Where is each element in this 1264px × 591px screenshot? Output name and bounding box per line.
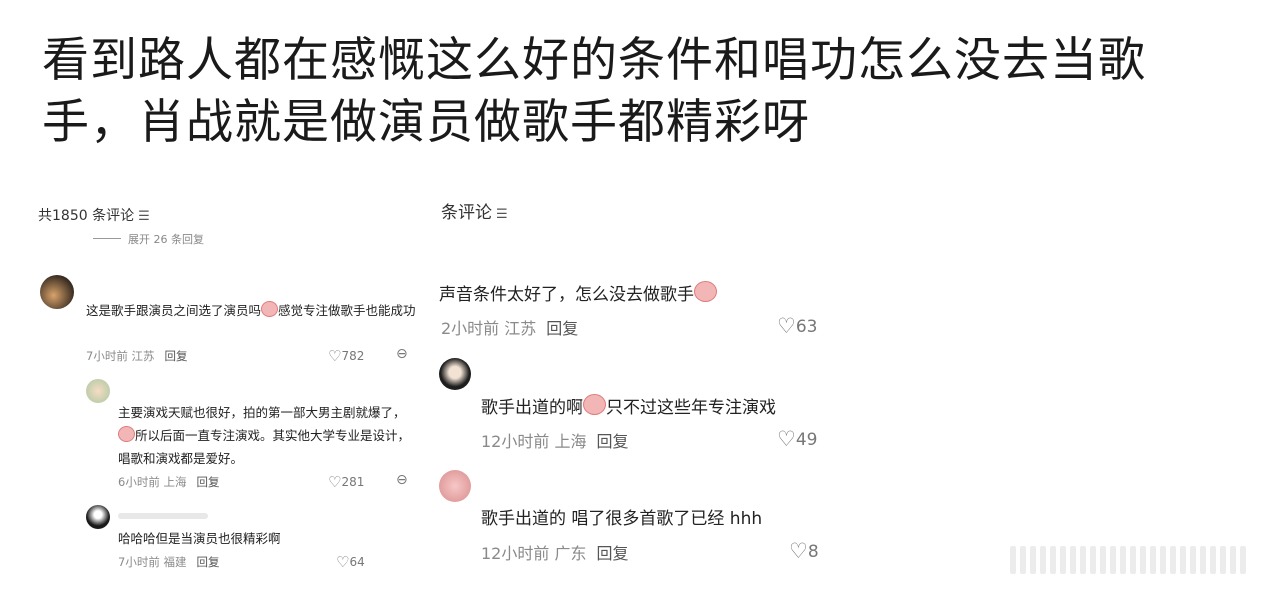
reply-button[interactable]: 回复 [196,475,219,489]
more-icon[interactable]: ⊖ [396,346,408,362]
heart-icon: ♡ [328,473,342,491]
comment-text: 歌手出道的啊 只不过这些年专注演戏 [481,394,827,421]
comment-time: 12小时前 上海 [481,432,587,451]
reply-button[interactable]: 回复 [546,319,578,338]
crying-emoji-icon [694,281,717,302]
comment-text-part: 歌手出道的啊 [481,398,583,418]
like-button[interactable]: ♡782 [328,347,364,365]
like-count: 281 [341,475,365,489]
comment-text-part: 这是歌手跟演员之间选了演员吗 [86,303,262,318]
comment-text-part: 声音条件太好了，怎么没去做歌手 [439,285,694,305]
comment-time: 2小时前 江苏 [441,319,537,338]
username [118,513,208,519]
comment-meta: 7小时前 江苏 回复 [86,348,187,364]
avatar[interactable] [40,275,74,309]
reply-button[interactable]: 回复 [596,432,628,451]
post-headline: 看到路人都在感慨这么好的条件和唱功怎么没去当歌手，肖战就是做演员做歌手都精彩呀 [42,33,1146,150]
heart-icon: ♡ [789,539,808,563]
watermark [1010,546,1255,576]
like-button[interactable]: ♡8 [789,539,819,563]
comment-meta: 6小时前 上海 回复 [118,474,219,490]
more-icon[interactable]: ⊖ [396,472,408,488]
avatar[interactable] [439,358,471,390]
comment-text-part: 所以后面一直专注演戏。其实他大学专业是设计，唱歌和演戏都是爱好。 [118,428,411,466]
like-count: 64 [349,555,365,569]
comment-time: 6小时前 上海 [118,475,187,489]
heart-icon: ♡ [777,427,796,451]
heart-icon: ♡ [336,553,350,571]
like-count: 782 [341,349,365,363]
reply-button[interactable]: 回复 [596,544,628,563]
crying-emoji-icon [261,301,279,317]
comment-text: 歌手出道的 唱了很多首歌了已经 hhh [481,509,763,529]
reply-button[interactable]: 回复 [164,349,187,363]
comment-time: 12小时前 广东 [481,544,587,563]
like-count: 63 [795,317,818,337]
avatar[interactable] [86,379,110,403]
comment-count: 共1850 条评论 [38,208,135,224]
comment-meta: 7小时前 福建 回复 [118,554,219,570]
comment-text: 哈哈哈但是当演员也很精彩啊 [118,531,281,546]
comments-screenshot-left: 共1850 条评论 ☰ 展开 26 条回复 这是歌手跟演员之间选了演员吗 感觉专注做… [38,195,418,580]
comment-count: 条评论 [441,203,492,223]
comment-count-header[interactable]: 共1850 条评论 ☰ [38,205,150,225]
comment-text-part: 感觉专注做歌手也能成功 [278,303,416,318]
comment-text: 这是歌手跟演员之间选了演员吗 感觉专注做歌手也能成功 [86,299,416,322]
comment-meta: 12小时前 上海 回复 [481,428,628,452]
comment-time: 7小时前 江苏 [86,349,155,363]
comment-count-header[interactable]: 条评论 ☰ [441,198,508,223]
divider [93,238,121,239]
comments-screenshot-right: 条评论 ☰ 声音条件太好了，怎么没去做歌手 2小时前 江苏 回复 ♡63 歌手出道的… [437,190,827,580]
like-button[interactable]: ♡64 [336,553,365,571]
like-count: 8 [807,542,819,562]
crying-emoji-icon [583,394,606,415]
comment-time: 7小时前 福建 [118,555,187,569]
comment-meta: 12小时前 广东 回复 [481,540,628,564]
comment-text-part: 主要演戏天赋也很好，拍的第一部大男主剧就爆了， [118,405,406,420]
comment-text: 主要演戏天赋也很好，拍的第一部大男主剧就爆了， 所以后面一直专注演戏。其实他大学专… [118,401,413,470]
avatar[interactable] [439,470,471,502]
heart-icon: ♡ [328,347,342,365]
like-count: 49 [795,430,818,450]
crying-emoji-icon [118,426,135,442]
reply-button[interactable]: 回复 [196,555,219,569]
filter-icon[interactable]: ☰ [496,207,508,222]
expand-replies-link[interactable]: 展开 26 条回复 [128,231,204,247]
heart-icon: ♡ [777,314,796,338]
like-button[interactable]: ♡49 [777,427,817,451]
like-button[interactable]: ♡281 [328,473,364,491]
filter-icon[interactable]: ☰ [138,209,150,224]
avatar[interactable] [86,505,110,529]
comment-meta: 2小时前 江苏 回复 [441,315,578,339]
comment-text: 声音条件太好了，怎么没去做歌手 [439,281,827,308]
like-button[interactable]: ♡63 [777,314,817,338]
comment-text-part: 只不过这些年专注演戏 [606,398,776,418]
